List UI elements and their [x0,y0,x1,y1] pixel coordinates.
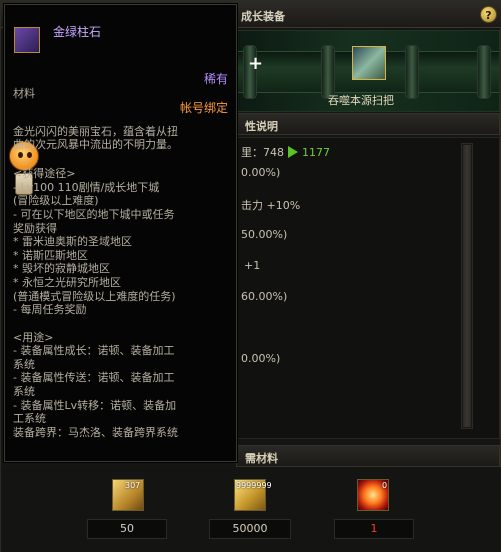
tooltip-line: 工系统 [13,412,46,425]
tooltip-line: - 装备属性传送：诺顿、装备加工 [13,371,175,384]
banner-ring [405,45,419,99]
tooltip-line: - 可在以下地区的地下城中或任务 [13,208,175,221]
property-row: 50.00%) [241,228,288,241]
tooltip-item-type: 材料 [13,87,35,100]
gem-icon [14,27,40,53]
tooltip-line: * 诺斯匹斯地区 [13,249,88,262]
properties-header: 性说明 [236,113,500,135]
property-row: 0.00%) [241,166,281,179]
target-item-name: 吞噬本源扫把 [328,94,394,107]
window-title: 成长装备 [241,10,285,23]
material-value: 50 [87,519,167,539]
tooltip-line: 金光闪闪的美丽宝石，蕴含着从扭 [13,125,178,138]
help-button[interactable]: ? [480,6,497,23]
materials-panel: 307 50 9999999 50000 0 1 [1,467,501,552]
tooltip-bind-status: 帐号绑定 [179,101,228,115]
tooltip-line: <用途> [13,331,54,344]
tooltip-line: (普通模式冒险级以上难度的任务) [13,290,176,303]
tooltip-line: (冒险级以上难度) [13,194,99,207]
tooltip-line: * 毁坏的寂静城地区 [13,262,110,275]
materials-header-label: 需材料 [245,452,278,465]
tooltip-line: - 每周任务奖励 [13,303,87,316]
material-count: 9999999 [236,481,272,490]
material-value: 1 [334,519,414,539]
scrollbar-thumb[interactable] [463,145,471,427]
material-count: 307 [125,481,141,490]
target-item-slot[interactable] [352,46,386,80]
tooltip-line: * 永恒之光研究所地区 [13,276,121,289]
material-count: 0 [382,481,388,490]
tooltip-rarity: 稀有 [203,72,228,86]
property-next: 1177 [302,146,330,159]
tooltip-line: 奖励获得 [13,222,57,235]
materials-header: 需材料 [236,445,500,467]
tooltip-line: 曲的次元风暴中流出的不明力量。 [13,138,178,151]
properties-header-label: 性说明 [245,120,278,133]
property-row: +1 [244,259,261,272]
properties-scrollbar[interactable] [461,143,473,429]
material-value: 50000 [209,519,291,539]
tooltip-line: - 装备属性Lv转移：诺顿、装备加 [13,399,177,412]
tooltip-line: 装备跨界：马杰洛、装备跨界系统 [13,426,178,439]
tooltip-line: - Lv100 110剧情/成长地下城 [13,181,160,194]
tooltip-line: * 雷米迪奥斯的圣域地区 [13,235,132,248]
property-row: 60.00%) [241,290,288,303]
property-row: 0.00%) [241,352,281,365]
banner-ring [321,45,335,99]
tooltip-line: 系统 [13,358,35,371]
property-row: 击力 +10% [241,199,301,212]
property-row: 里：748 1177 [241,144,330,160]
tooltip-line: <获得途径> [13,167,76,180]
add-icon[interactable]: + [248,53,263,74]
upgrade-arrow-icon [288,146,298,158]
tooltip-item-name: 金绿柱石 [53,25,102,39]
tooltip-line: 系统 [13,385,35,398]
banner-ring [477,45,491,99]
tooltip-line: - 装备属性成长：诺顿、装备加工 [13,344,175,357]
property-current: 里：748 [241,146,284,159]
item-tooltip: 金绿柱石 稀有 材料 帐号绑定 金光闪闪的美丽宝石，蕴含着从扭 曲的次元风暴中流… [4,4,237,462]
